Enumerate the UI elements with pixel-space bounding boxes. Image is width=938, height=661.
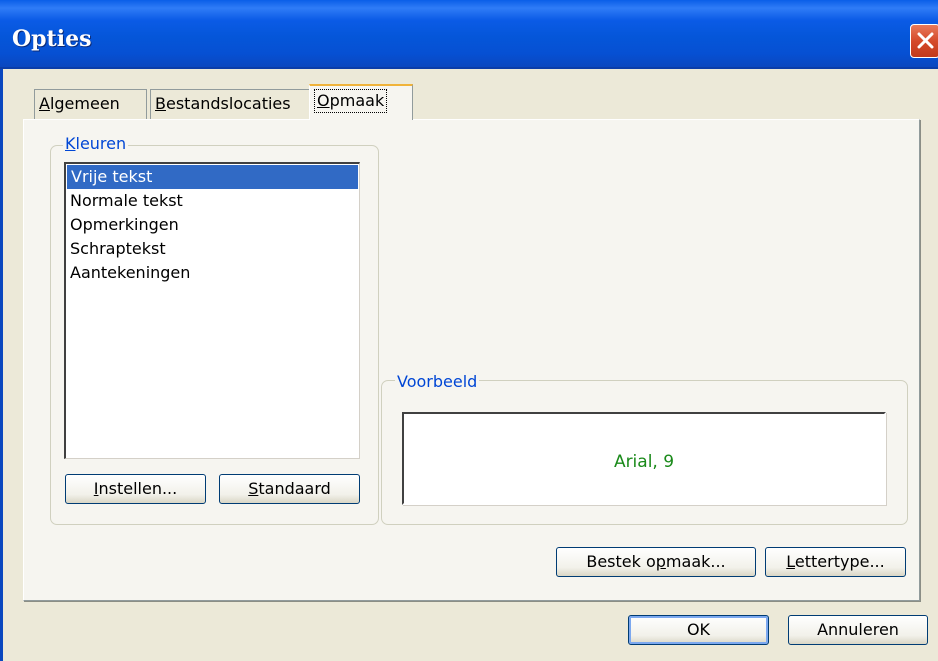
colors-group-label: Kleuren [63,134,129,153]
bestek-opmaak-button[interactable]: Bestek opmaak... [556,547,756,577]
window-border [0,69,3,661]
list-item[interactable]: Aantekeningen [66,261,359,285]
instellen-button[interactable]: Instellen... [65,474,206,504]
close-icon [917,32,934,49]
preview-box: Arial, 9 [402,412,886,505]
tab-bestandslocaties[interactable]: Bestandslocaties [150,89,310,119]
cancel-button[interactable]: Annuleren [788,615,928,645]
list-item[interactable]: Normale tekst [66,189,359,213]
lettertype-button[interactable]: Lettertype... [765,547,906,577]
options-dialog: Opties Algemeen Bestandslocaties Opmaak … [0,0,938,661]
list-item[interactable]: Opmerkingen [66,213,359,237]
colors-listbox[interactable]: Vrije tekst Normale tekst Opmerkingen Sc… [64,162,360,459]
tab-focus-rect: Opmaak [314,89,388,113]
tab-opmaak[interactable]: Opmaak [309,84,413,120]
close-button[interactable] [910,24,938,58]
list-item[interactable]: Schraptekst [66,237,359,261]
list-item[interactable]: Vrije tekst [67,165,358,189]
tab-algemeen[interactable]: Algemeen [34,89,147,119]
title-bar[interactable]: Opties [0,0,938,69]
window-title: Opties [12,26,92,52]
standaard-button[interactable]: Standaard [219,474,360,504]
preview-sample-text: Arial, 9 [613,452,675,472]
preview-group-label: Voorbeeld [395,372,480,391]
ok-button[interactable]: OK [628,615,769,645]
